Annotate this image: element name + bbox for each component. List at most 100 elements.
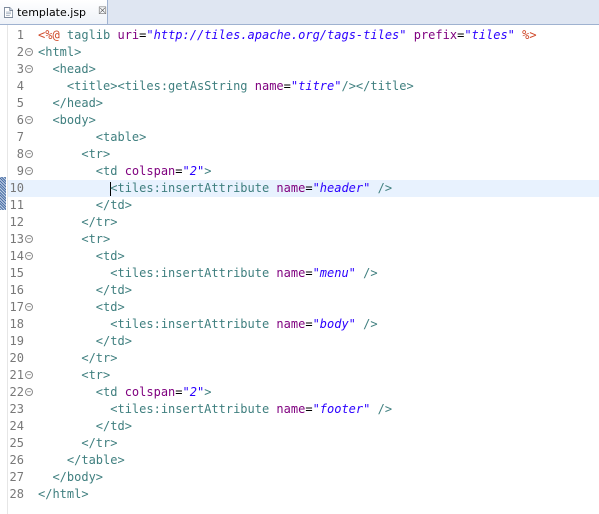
code-line[interactable]: 10 <tiles:insertAttribute name="header" …	[8, 180, 599, 197]
line-number: 14	[9, 249, 24, 263]
code-line[interactable]: 21− <tr>	[8, 367, 599, 384]
code-line[interactable]: 12 </tr>	[8, 214, 599, 231]
fold-collapse-icon[interactable]: −	[25, 116, 33, 124]
code-text: <td colspan="2">	[38, 384, 212, 401]
code-line[interactable]: 27 </body>	[8, 469, 599, 486]
code-line[interactable]: 3− <head>	[8, 61, 599, 78]
code-line[interactable]: 1 <%@ taglib uri="http://tiles.apache.org…	[8, 27, 599, 44]
line-number: 16	[9, 283, 24, 297]
code-token: />	[377, 402, 393, 416]
code-token: </td>	[95, 198, 132, 212]
code-token: "tiles"	[464, 28, 515, 42]
code-token: "titre"	[290, 79, 342, 93]
code-text: <td>	[38, 248, 125, 265]
code-line[interactable]: 6− <body>	[8, 112, 599, 129]
code-token: <tiles:insertAttribute	[110, 266, 277, 280]
code-line[interactable]: 16 </td>	[8, 282, 599, 299]
code-token: />	[363, 266, 378, 280]
code-token: taglib	[66, 28, 118, 42]
code-token: name	[276, 317, 306, 331]
code-token: >	[204, 385, 212, 399]
close-tab-icon[interactable]: ☒	[98, 7, 107, 17]
code-token: name	[254, 79, 284, 93]
code-line[interactable]: 22− <td colspan="2">	[8, 384, 599, 401]
fold-collapse-icon[interactable]: −	[25, 48, 33, 56]
code-text: <td>	[38, 299, 125, 316]
code-line[interactable]: 9− <td colspan="2">	[8, 163, 599, 180]
code-token: %>	[522, 28, 537, 42]
line-number: 11	[9, 198, 24, 212]
code-text: <title><tiles:getAsString name="titre"/>…	[38, 78, 414, 95]
fold-collapse-icon[interactable]: −	[25, 388, 33, 396]
code-text: </tr>	[38, 350, 117, 367]
editor-window: template.jsp ☒ 1 <%@ taglib uri="http://t…	[0, 0, 599, 514]
line-number: 26	[9, 453, 24, 467]
code-text: <tr>	[38, 231, 110, 248]
code-text: </head>	[38, 95, 103, 112]
fold-collapse-icon[interactable]: −	[25, 303, 33, 311]
line-number: 20	[9, 351, 24, 365]
code-line[interactable]: 19 </td>	[8, 333, 599, 350]
code-text: </td>	[38, 333, 132, 350]
code-token: </table>	[66, 453, 125, 467]
code-line[interactable]: 26 </table>	[8, 452, 599, 469]
line-number: 15	[9, 266, 24, 280]
fold-collapse-icon[interactable]: −	[25, 65, 33, 73]
code-line[interactable]: 17− <td>	[8, 299, 599, 316]
code-token: =	[175, 164, 183, 178]
code-line[interactable]: 23 <tiles:insertAttribute name="footer" …	[8, 401, 599, 418]
code-line[interactable]: 4 <title><tiles:getAsString name="titre"…	[8, 78, 599, 95]
code-line[interactable]: 15 <tiles:insertAttribute name="menu" />	[8, 265, 599, 282]
code-line[interactable]: 24 </td>	[8, 418, 599, 435]
code-line[interactable]: 11 </td>	[8, 197, 599, 214]
code-line[interactable]: 13− <tr>	[8, 231, 599, 248]
code-token: </head>	[52, 96, 104, 110]
left-ruler	[0, 25, 8, 514]
code-text: <body>	[38, 112, 96, 129]
code-token: <table>	[95, 130, 147, 144]
line-number: 28	[9, 487, 24, 501]
code-text: <tr>	[38, 367, 110, 384]
line-number: 6	[16, 113, 24, 127]
code-token: name	[276, 181, 306, 195]
code-token: =	[305, 402, 313, 416]
code-line[interactable]: 18 <tiles:insertAttribute name="body" />	[8, 316, 599, 333]
code-token: </tr>	[81, 215, 118, 229]
code-token: </td>	[95, 283, 132, 297]
code-line[interactable]: 7 <table>	[8, 129, 599, 146]
line-number: 22	[9, 385, 24, 399]
code-text: <td colspan="2">	[38, 163, 212, 180]
code-token: <title><tiles:getAsString	[66, 79, 255, 93]
code-token: "http://tiles.apache.org/tags-tiles"	[146, 28, 407, 42]
code-line[interactable]: 5 </head>	[8, 95, 599, 112]
line-number: 18	[9, 317, 24, 331]
code-token: name	[276, 266, 306, 280]
fold-collapse-icon[interactable]: −	[25, 371, 33, 379]
code-line[interactable]: 25 </tr>	[8, 435, 599, 452]
fold-collapse-icon[interactable]: −	[25, 252, 33, 260]
code-editor[interactable]: 1 <%@ taglib uri="http://tiles.apache.org…	[8, 27, 599, 503]
line-number: 7	[16, 130, 24, 144]
code-line[interactable]: 14− <td>	[8, 248, 599, 265]
code-line[interactable]: 28 </html>	[8, 486, 599, 503]
tab-template-jsp[interactable]: template.jsp ☒	[0, 0, 108, 24]
code-token: <tiles:insertAttribute	[110, 181, 277, 195]
code-token: prefix	[413, 28, 458, 42]
code-token: name	[276, 402, 306, 416]
code-token: </tr>	[81, 351, 118, 365]
code-token: uri	[117, 28, 140, 42]
code-line[interactable]: 20 </tr>	[8, 350, 599, 367]
fold-collapse-icon[interactable]: −	[25, 167, 33, 175]
line-number: 5	[16, 96, 24, 110]
code-token: <body>	[52, 113, 96, 127]
fold-collapse-icon[interactable]: −	[25, 235, 33, 243]
code-line[interactable]: 8− <tr>	[8, 146, 599, 163]
line-number: 24	[9, 419, 24, 433]
editor-tab-bar: template.jsp ☒	[0, 0, 599, 25]
line-number: 3	[16, 62, 24, 76]
code-line[interactable]: 2− <html>	[8, 44, 599, 61]
fold-collapse-icon[interactable]: −	[25, 150, 33, 158]
code-token: "header"	[312, 181, 371, 195]
